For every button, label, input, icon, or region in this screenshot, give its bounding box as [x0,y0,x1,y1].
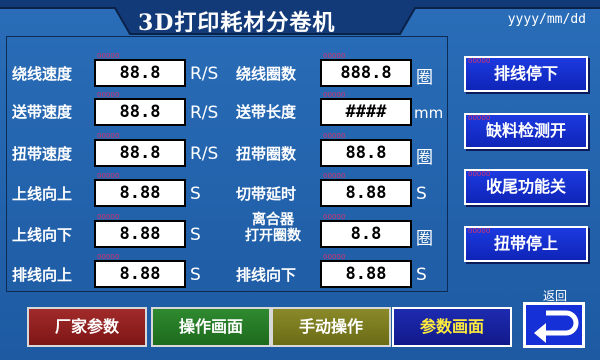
twist-turns-value: 88.8 [345,143,387,163]
feed-length-field[interactable]: 00000 #### [320,91,412,126]
manual-operation-button[interactable]: 手动操作 [271,307,391,347]
label-line-2: 打开圈数 [245,228,301,244]
finish-function-button[interactable]: 00000 收尾功能关 [464,169,588,205]
field-tag: 00000 [323,52,346,60]
label-clutch-open-turns: 离合器 打开圈数 [240,212,306,244]
params-screen-button[interactable]: 参数画面 [392,307,512,347]
unit-seconds: S [190,265,201,285]
operation-screen-button[interactable]: 操作画面 [151,307,271,347]
cut-delay-value: 8.88 [345,183,387,203]
field-tag: 00000 [97,253,120,261]
back-button[interactable] [523,302,585,348]
page-title: 3D打印耗材分卷机 [138,10,336,36]
field-tag: 00000 [97,172,120,180]
traverse-up-value: 8.88 [119,264,161,284]
traverse-up-field[interactable]: 00000 8.88 [94,253,186,288]
unit-seconds: S [190,225,201,245]
material-detect-label: 缺料检测开 [485,121,566,140]
label-upper-up: 上线向上 [12,185,73,203]
feed-speed-value: 88.8 [119,102,161,122]
upper-down-field[interactable]: 00000 8.88 [94,213,186,248]
winding-turns-value: 888.8 [340,63,392,83]
twist-speed-field[interactable]: 00000 88.8 [94,132,186,167]
button-tag: 00000 [468,227,491,235]
label-feed-speed: 送带速度 [12,103,73,121]
label-winding-turns: 绕线圈数 [236,65,297,83]
twist-stop-label: 扭带停上 [493,234,558,253]
field-tag: 00000 [323,213,346,221]
label-line-1: 离合器 [252,212,294,228]
label-upper-down: 上线向下 [12,226,73,244]
clutch-open-turns-field[interactable]: 00000 8.8 [320,213,412,248]
twist-stop-button[interactable]: 00000 扭带停上 [464,226,588,262]
unit-turns: 圈 [416,68,433,88]
feed-speed-field[interactable]: 00000 88.8 [94,91,186,126]
unit-rps: R/S [190,144,219,164]
unit-rps: R/S [190,64,219,84]
factory-params-button[interactable]: 厂家参数 [27,307,147,347]
button-tag: 00000 [468,114,491,122]
label-cut-delay: 切带延时 [236,185,297,203]
upper-down-value: 8.88 [119,224,161,244]
unit-mm: mm [414,104,444,122]
date-display: yyyy/mm/dd [507,12,586,27]
unit-turns: 圈 [416,148,433,168]
feed-length-value: #### [345,102,387,122]
upper-up-field[interactable]: 00000 8.88 [94,172,186,207]
unit-rps: R/S [190,103,219,123]
winding-turns-field[interactable]: 00000 888.8 [320,52,412,87]
twist-turns-field[interactable]: 00000 88.8 [320,132,412,167]
winding-speed-value: 88.8 [119,63,161,83]
label-twist-speed: 扭带速度 [12,145,73,163]
title-bar: 3D打印耗材分卷机 yyyy/mm/dd [0,0,600,36]
cut-delay-field[interactable]: 00000 8.88 [320,172,412,207]
unit-seconds: S [416,265,427,285]
label-feed-length: 送带长度 [236,103,297,121]
label-twist-turns: 扭带圈数 [236,145,297,163]
field-tag: 00000 [97,213,120,221]
twist-speed-value: 88.8 [119,143,161,163]
button-tag: 00000 [468,57,491,65]
traverse-stop-button[interactable]: 00000 排线停下 [464,56,588,92]
clutch-open-turns-value: 8.8 [350,224,382,244]
button-tag: 00000 [468,170,491,178]
label-traverse-up: 排线向上 [12,266,73,284]
back-control: 返回 [521,287,591,351]
traverse-down-value: 8.88 [345,264,387,284]
upper-up-value: 8.88 [119,183,161,203]
unit-seconds: S [190,184,201,204]
material-detect-button[interactable]: 00000 缺料检测开 [464,113,588,149]
label-winding-speed: 绕线速度 [12,65,73,83]
unit-turns: 圈 [416,229,433,249]
field-tag: 00000 [323,253,346,261]
traverse-stop-label: 排线停下 [493,64,558,83]
field-tag: 00000 [97,91,120,99]
winding-speed-field[interactable]: 00000 88.8 [94,52,186,87]
field-tag: 00000 [97,132,120,140]
return-arrow-icon [534,310,579,343]
field-tag: 00000 [97,52,120,60]
field-tag: 00000 [323,132,346,140]
unit-seconds: S [416,184,427,204]
label-traverse-down: 排线向下 [236,266,297,284]
finish-function-label: 收尾功能关 [485,177,566,196]
field-tag: 00000 [323,172,346,180]
traverse-down-field[interactable]: 00000 8.88 [320,253,412,288]
field-tag: 00000 [323,91,346,99]
